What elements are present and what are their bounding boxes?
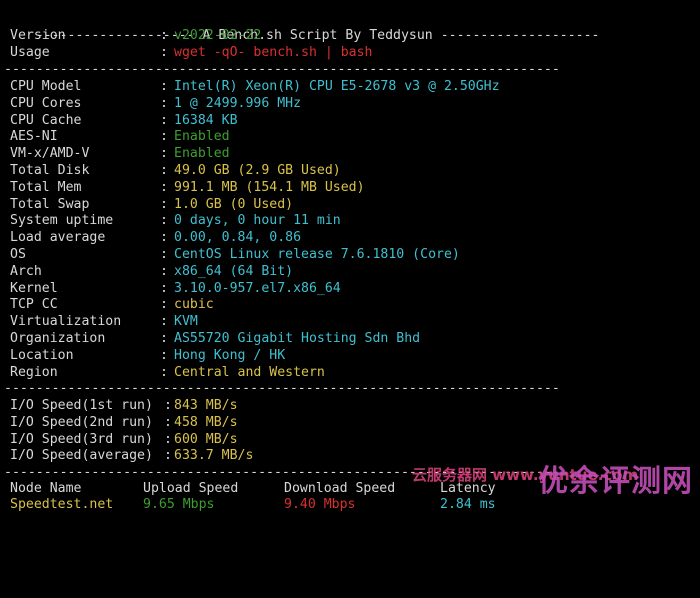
system-row-label: Virtualization: [10, 314, 122, 330]
system-row-value: 49.0 GB (2.9 GB Used): [174, 163, 341, 178]
io-speed-label: I/O Speed(1st run): [10, 398, 153, 413]
speed-header-upload: Upload Speed: [143, 481, 239, 496]
system-row-label: CPU Cores: [10, 95, 82, 111]
system-row: Virtualization: KVM: [10, 314, 198, 330]
system-row-value: Hong Kong / HK: [174, 347, 286, 363]
system-row-label: Total Swap: [10, 196, 90, 212]
system-row-value: 3.10.0-957.el7.x86_64: [174, 280, 341, 296]
system-row-label: CPU Cache: [10, 112, 82, 128]
version-row: Version : v2022-02-22: [10, 28, 262, 43]
system-row-value: AS55720 Gigabit Hosting Sdn Bhd: [174, 331, 421, 346]
speed-header-download: Download Speed: [284, 481, 396, 496]
system-row-value: x86_64 (64 Bit): [174, 263, 294, 279]
io-speed-label: I/O Speed(2nd run): [10, 414, 153, 430]
system-row-value: 0 days, 0 hour 11 min: [174, 213, 341, 229]
system-row-label: System uptime: [10, 213, 114, 229]
system-row-label: CPU Model: [10, 79, 82, 94]
system-row-value: Enabled: [174, 146, 230, 162]
usage-label: Usage: [10, 45, 50, 60]
system-row-value: 1 @ 2499.996 MHz: [174, 95, 302, 111]
separator-rule: ----------------------------------------…: [4, 381, 560, 396]
speed-table-row: Speedtest.net 9.65 Mbps 9.40 Mbps 2.84 m…: [10, 497, 700, 514]
version-value: v2022-02-22: [174, 28, 262, 43]
system-row-value: 0.00, 0.84, 0.86: [174, 230, 302, 246]
system-row-label: Arch: [10, 263, 42, 279]
header-rule: -------------------- A Bench.sh Script B…: [35, 27, 600, 43]
speed-node-name: Speedtest.net: [10, 497, 114, 512]
system-row-value: CentOS Linux release 7.6.1810 (Core): [174, 247, 460, 262]
separator-rule: ----------------------------------------…: [4, 62, 560, 77]
system-row-value: 1.0 GB (0 Used): [174, 196, 294, 212]
system-row-label: Total Mem: [10, 179, 82, 195]
speed-header-node: Node Name: [10, 481, 82, 496]
version-label: Version: [10, 28, 66, 43]
system-row: Total Mem:991.1 MB (154.1 MB Used): [10, 179, 365, 195]
system-row-label: Organization: [10, 331, 106, 346]
usage-value: wget -qO- bench.sh | bash: [174, 45, 373, 60]
system-row: Region: Central and Western: [10, 364, 325, 380]
io-speed-value: 633.7 MB/s: [174, 448, 254, 464]
system-row-label: TCP CC: [10, 297, 58, 313]
system-row-value: cubic: [174, 297, 214, 313]
system-row-value: Central and Western: [174, 364, 325, 380]
system-row: Total Disk:49.0 GB (2.9 GB Used): [10, 163, 341, 178]
watermark-large: 优余评测网: [538, 464, 693, 499]
io-speed-label: I/O Speed(3rd run): [10, 431, 153, 447]
usage-row: Usage : wget -qO- bench.sh | bash: [10, 45, 373, 60]
io-speed-value: 843 MB/s: [174, 398, 238, 413]
system-row-value: Enabled: [174, 129, 230, 145]
io-speed-row: I/O Speed(average):633.7 MB/s: [10, 448, 254, 464]
system-row-value: Intel(R) Xeon(R) CPU E5-2678 v3 @ 2.50GH…: [174, 79, 500, 94]
system-row: Location: Hong Kong / HK: [10, 347, 286, 363]
speed-download-value: 9.40 Mbps: [284, 497, 356, 512]
speed-upload-value: 9.65 Mbps: [143, 497, 215, 512]
io-speed-row: I/O Speed(2nd run):458 MB/s: [10, 414, 238, 430]
system-row: OS: CentOS Linux release 7.6.1810 (Core): [10, 247, 460, 262]
system-row-value: 16384 KB: [174, 112, 238, 128]
system-row: System uptime:0 days, 0 hour 11 min: [10, 213, 341, 229]
speed-latency-value: 2.84 ms: [440, 497, 496, 512]
system-row-label: Total Disk: [10, 163, 90, 178]
system-row: Arch: x86_64 (64 Bit): [10, 263, 294, 279]
system-row-label: Location: [10, 347, 74, 363]
system-row: Total Swap:1.0 GB (0 Used): [10, 196, 294, 212]
system-row: VM-x/AMD-V: Enabled: [10, 146, 230, 162]
system-row-value: 991.1 MB (154.1 MB Used): [174, 179, 365, 195]
io-speed-value: 458 MB/s: [174, 414, 238, 430]
io-speed-row: I/O Speed(3rd run):600 MB/s: [10, 431, 238, 447]
system-row: Kernel:3.10.0-957.el7.x86_64: [10, 280, 341, 296]
system-row: Load average:0.00, 0.84, 0.86: [10, 230, 302, 246]
io-speed-label: I/O Speed(average): [10, 448, 153, 464]
system-row-label: VM-x/AMD-V: [10, 146, 90, 162]
system-row: AES-NI: Enabled: [10, 129, 230, 145]
io-speed-row: I/O Speed(1st run):843 MB/s: [10, 398, 238, 413]
system-row: CPU Cores:1 @ 2499.996 MHz: [10, 95, 302, 111]
system-row-label: Load average: [10, 230, 106, 246]
system-row: Organization: AS55720 Gigabit Hosting Sdn…: [10, 331, 421, 346]
system-row: TCP CC: cubic: [10, 297, 214, 313]
system-row: CPU Model: Intel(R) Xeon(R) CPU E5-2678 v…: [10, 79, 500, 94]
system-row-value: KVM: [174, 314, 198, 330]
system-row-label: OS: [10, 247, 26, 262]
system-row-label: Region: [10, 364, 58, 380]
io-speed-value: 600 MB/s: [174, 431, 238, 447]
system-row-label: AES-NI: [10, 129, 58, 145]
terminal-window[interactable]: -------------------- A Bench.sh Script B…: [0, 0, 700, 516]
system-row-label: Kernel: [10, 280, 58, 296]
system-row: CPU Cache:16384 KB: [10, 112, 238, 128]
